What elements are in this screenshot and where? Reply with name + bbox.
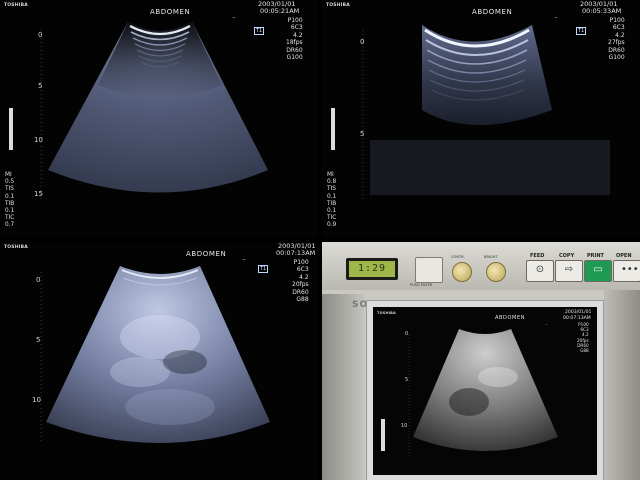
safety-indices: MI 0.8 TIS 0.1 TIB 0.1 TIC 0.9 [327, 172, 337, 229]
contrast-knob[interactable] [452, 262, 472, 282]
time-text: 00:05:33AM [582, 7, 622, 15]
print-button[interactable]: ▭ [584, 260, 612, 282]
time-text: 00:07:13AM [276, 249, 316, 257]
ultrasound-image [40, 266, 270, 443]
contrast-label: CONTR. [451, 255, 465, 259]
feed-icon: ⊙ [535, 264, 545, 275]
scan-params: P100 6C3 4.2 27fps DR60 G100 [608, 17, 625, 62]
depth-label: 10 [34, 136, 43, 144]
feed-label: FEED [530, 253, 545, 259]
region-label: ABDOMEN [495, 315, 526, 321]
probe-marker: T1 [258, 265, 269, 273]
brand-label: TOSHIBA [326, 3, 350, 8]
open-label: OPEN [616, 253, 632, 259]
scan-params: P100 6C3 4.2 20fps DR60 G88 [577, 322, 589, 354]
print-label: PRINT [587, 253, 604, 259]
depth-label: 5 [360, 130, 365, 138]
gray-scale-bar [381, 419, 385, 451]
bright-label: BRIGHT [484, 255, 498, 259]
scan-params: P100 6C3 4.2 20fps DR60 G88 [292, 259, 309, 304]
probe-marker: T1 [576, 27, 587, 35]
lcd-value: 1:29 [349, 261, 395, 277]
printed-image: TOSHIBA ABDOMEN 2003/01/01 00:07:13AM ~ … [373, 307, 597, 475]
ultrasound-panel-2: TOSHIBA ABDOMEN 2003/01/01 00:05:33AM ~ … [322, 0, 640, 238]
ultrasound-panel-1: TOSHIBA ABDOMEN 2003/01/01 00:05:21AM ~ … [0, 0, 318, 238]
lcd-display: 1:29 [346, 258, 398, 280]
brand-label: TOSHIBA [377, 311, 396, 315]
brand-label: TOSHIBA [4, 245, 28, 250]
depth-label: 5 [38, 82, 43, 90]
video-printer-panel: 1:29 PUSH ENTER CONTR. BRIGHT FEED ⊙ COP… [322, 242, 640, 480]
ultrasound-image [331, 25, 610, 200]
scan-params: P100 6C3 4.2 18fps DR60 G100 [286, 17, 303, 62]
depth-label: 5 [36, 336, 41, 344]
printer-body-right [604, 290, 640, 480]
push-enter-button[interactable] [415, 257, 443, 283]
probe-marker: T1 [254, 27, 265, 35]
depth-label: 0 [38, 31, 43, 39]
depth-label: 0 [36, 276, 41, 284]
brand-label: TOSHIBA [4, 3, 28, 8]
region-label: ABDOMEN [472, 8, 513, 16]
ultrasound-image [9, 22, 268, 200]
probe-logo-icon: ~ [545, 323, 548, 327]
probe-logo-icon: ~ [242, 258, 246, 263]
depth-label: 15 [34, 190, 43, 198]
printer-body-left [322, 294, 364, 480]
depth-label: 10 [401, 423, 408, 429]
time-text: 00:05:21AM [260, 7, 300, 15]
region-label: ABDOMEN [186, 250, 227, 258]
time-text: 00:07:13AM [563, 316, 591, 321]
feed-button[interactable]: ⊙ [526, 260, 554, 282]
push-enter-label: PUSH ENTER [410, 283, 433, 287]
depth-label: 5 [405, 377, 409, 383]
probe-logo-icon: ~ [232, 16, 236, 21]
print-icon: ▭ [593, 264, 603, 275]
depth-label: 10 [32, 396, 41, 404]
depth-label: 0 [360, 38, 365, 46]
depth-label: 0 [405, 331, 409, 337]
printed-paper: TOSHIBA ABDOMEN 2003/01/01 00:07:13AM ~ … [366, 300, 604, 480]
copy-button[interactable]: ⇨ [555, 260, 583, 282]
open-button[interactable]: ••• [613, 260, 640, 282]
safety-indices: MI 0.5 TIS 0.1 TIB 0.1 TIC 0.7 [5, 172, 15, 229]
bright-knob[interactable] [486, 262, 506, 282]
ultrasound-panel-3: TOSHIBA ABDOMEN 2003/01/01 00:07:13AM ~ … [0, 242, 318, 480]
date-text: 2003/01/01 [565, 310, 592, 315]
copy-label: COPY [559, 253, 575, 259]
region-label: ABDOMEN [150, 8, 191, 16]
open-icon: ••• [621, 264, 639, 275]
copy-icon: ⇨ [564, 264, 574, 275]
probe-logo-icon: ~ [554, 16, 558, 21]
